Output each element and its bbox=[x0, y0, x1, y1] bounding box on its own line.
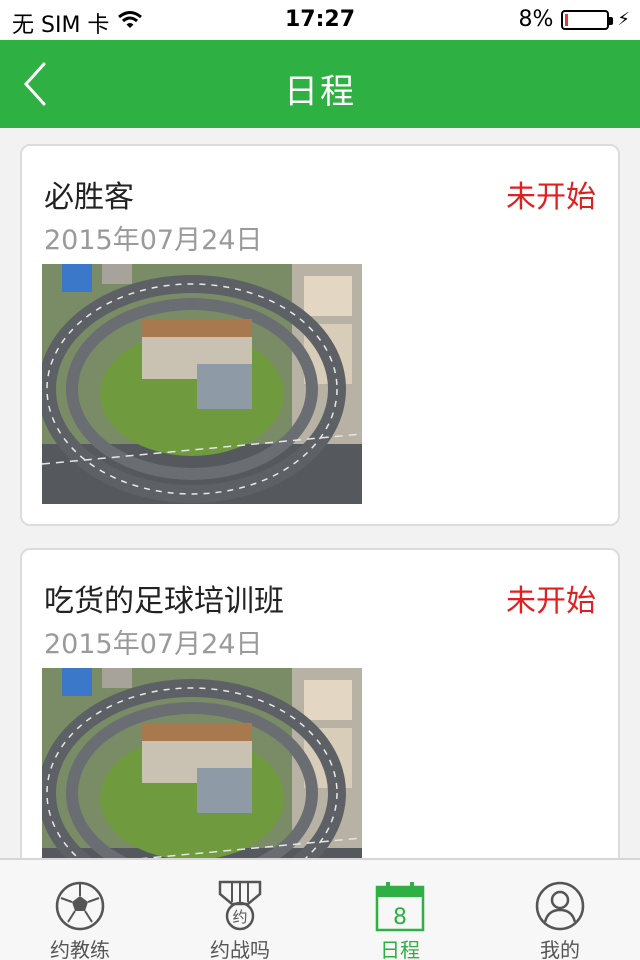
calendar-icon: 8 bbox=[374, 880, 426, 932]
tab-label: 我的 bbox=[540, 938, 580, 960]
event-name: 必胜客 bbox=[44, 180, 134, 215]
tab-mine[interactable]: 我的 bbox=[480, 860, 640, 960]
battery-nub bbox=[609, 16, 614, 25]
event-name: 吃货的足球培训班 bbox=[44, 584, 284, 619]
tab-label: 约教练 bbox=[50, 938, 110, 960]
nav-header: 日程 bbox=[0, 40, 640, 128]
tab-match[interactable]: 约 约战吗 bbox=[160, 860, 320, 960]
battery-fill bbox=[565, 13, 569, 26]
event-image[interactable] bbox=[42, 668, 362, 858]
medal-icon: 约 bbox=[214, 880, 266, 932]
schedule-list[interactable]: 必胜客 未开始 2015年07月24日 吃货的足球培训班 未开始 2015年07… bbox=[0, 128, 640, 858]
tab-coach[interactable]: 约教练 bbox=[0, 860, 160, 960]
user-icon bbox=[534, 880, 586, 932]
charging-icon: ⚡ bbox=[617, 9, 630, 30]
calendar-icon-text: 8 bbox=[393, 905, 407, 930]
event-status: 未开始 bbox=[506, 180, 596, 215]
event-status: 未开始 bbox=[506, 584, 596, 619]
event-date: 2015年07月24日 bbox=[44, 225, 263, 256]
event-card[interactable]: 必胜客 未开始 2015年07月24日 bbox=[20, 144, 620, 526]
medal-icon-text: 约 bbox=[232, 908, 247, 926]
page-title: 日程 bbox=[284, 72, 356, 112]
tab-label: 约战吗 bbox=[210, 938, 270, 960]
app-screen: 无 SIM 卡 17:27 8% ⚡ 日程 必胜客 未开始 2015年07月24… bbox=[0, 0, 640, 960]
tab-schedule[interactable]: 8 日程 bbox=[320, 860, 480, 960]
status-bar: 无 SIM 卡 17:27 8% ⚡ bbox=[0, 0, 640, 40]
event-card[interactable]: 吃货的足球培训班 未开始 2015年07月24日 bbox=[20, 548, 620, 858]
tab-bar: 约教练 约 约战吗 8 日程 我的 bbox=[0, 858, 640, 960]
event-image[interactable] bbox=[42, 264, 362, 504]
tab-label: 日程 bbox=[380, 938, 420, 960]
event-date: 2015年07月24日 bbox=[44, 629, 263, 660]
battery-percent: 8% bbox=[518, 7, 554, 32]
soccer-ball-icon bbox=[54, 880, 106, 932]
battery-icon bbox=[561, 9, 614, 30]
status-right: 8% ⚡ bbox=[518, 7, 630, 32]
